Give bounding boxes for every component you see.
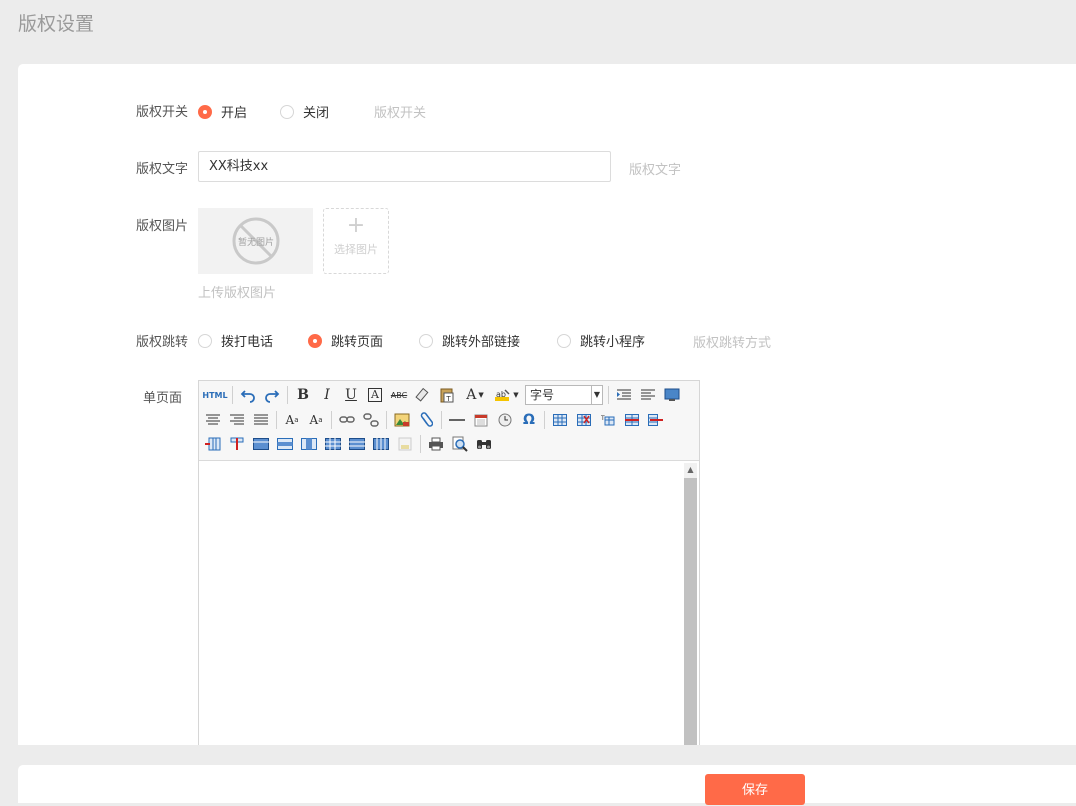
eraser-icon[interactable]	[413, 385, 433, 405]
insert-row-icon[interactable]	[622, 410, 642, 430]
font-size-select[interactable]: 字号 ▼	[525, 385, 603, 405]
preview-icon[interactable]	[450, 434, 470, 454]
redo-icon[interactable]	[262, 385, 282, 405]
radio-dot	[280, 104, 294, 119]
attachment-icon[interactable]	[416, 410, 436, 430]
editor-scrollbar-thumb[interactable]	[684, 478, 697, 745]
background-image-icon[interactable]	[395, 434, 415, 454]
scroll-up-arrow-icon[interactable]: ▲	[684, 463, 697, 477]
delete-row-icon[interactable]	[646, 410, 666, 430]
radio-label: 开启	[221, 106, 248, 121]
align-center-icon[interactable]	[203, 410, 223, 430]
select-image-label: 选择图片	[334, 243, 378, 256]
align-left-icon[interactable]	[638, 385, 658, 405]
radio-label: 拨打电话	[221, 335, 274, 350]
footer-bar: 保存	[18, 765, 1076, 805]
chevron-down-icon: ▼	[591, 386, 602, 404]
copyright-text-input[interactable]	[198, 151, 611, 182]
superscript-icon[interactable]: Aa	[282, 410, 302, 430]
bold-button[interactable]: B	[293, 385, 313, 405]
table-delete-icon[interactable]	[574, 410, 594, 430]
jump-label: 版权跳转	[135, 335, 188, 350]
radio-dot-checked	[198, 104, 212, 119]
radio-label: 跳转外部链接	[442, 335, 521, 350]
insert-col-icon[interactable]	[203, 434, 223, 454]
no-image-icon: 暂无图片	[232, 217, 280, 265]
merge-cells-icon[interactable]	[251, 434, 271, 454]
text-hint: 版权文字	[629, 163, 682, 178]
svg-text:T: T	[601, 415, 605, 422]
horizontal-rule-icon[interactable]	[447, 410, 467, 430]
radio-dot	[557, 333, 571, 348]
switch-hint: 版权开关	[374, 106, 427, 121]
toolbar-row-1: HTML B I U A ABC T A ▼ ab ▼ 字号 ▼	[202, 384, 686, 406]
radio-label: 跳转页面	[331, 335, 384, 350]
radio-jump-external[interactable]: 跳转外部链接	[419, 331, 520, 350]
search-replace-icon[interactable]	[474, 434, 494, 454]
split-cells-icon[interactable]	[323, 434, 343, 454]
time-icon[interactable]	[495, 410, 515, 430]
radio-dot-checked	[308, 333, 322, 348]
radio-jump-phone[interactable]: 拨打电话	[198, 331, 273, 350]
select-image-button[interactable]: + 选择图片	[323, 208, 389, 274]
switch-label: 版权开关	[135, 105, 188, 120]
radio-label: 跳转小程序	[580, 335, 646, 350]
settings-card: 版权开关 开启 关闭 版权开关 版权文字 版权文字 版权图片 暂无图片 + 选择…	[18, 64, 1076, 745]
merge-rows-icon[interactable]	[275, 434, 295, 454]
split-cols-icon[interactable]	[371, 434, 391, 454]
radio-switch-on[interactable]: 开启	[198, 102, 247, 121]
date-icon[interactable]	[471, 410, 491, 430]
no-image-text: 暂无图片	[238, 236, 274, 248]
indent-icon[interactable]	[614, 385, 634, 405]
radio-dot	[198, 333, 212, 348]
jump-hint: 版权跳转方式	[693, 336, 772, 351]
special-char-icon[interactable]: Ω	[519, 410, 539, 430]
save-button[interactable]: 保存	[705, 774, 805, 805]
image-icon[interactable]	[392, 410, 412, 430]
table-caption-icon[interactable]: T	[598, 410, 618, 430]
font-color-button[interactable]: A ▼	[461, 385, 489, 405]
align-justify-icon[interactable]	[251, 410, 271, 430]
radio-jump-miniprogram[interactable]: 跳转小程序	[557, 331, 645, 350]
radio-jump-page[interactable]: 跳转页面	[308, 331, 383, 350]
svg-text:ab: ab	[496, 390, 506, 399]
unlink-icon[interactable]	[361, 410, 381, 430]
radio-switch-off[interactable]: 关闭	[280, 102, 329, 121]
toolbar-row-3	[203, 433, 498, 455]
paste-text-icon[interactable]: T	[437, 385, 457, 405]
single-page-label: 单页面	[142, 391, 182, 406]
table-icon[interactable]	[550, 410, 570, 430]
highlight-color-button[interactable]: ab ▼	[493, 385, 521, 405]
link-icon[interactable]	[337, 410, 357, 430]
radio-label: 关闭	[303, 106, 330, 121]
delete-col-icon[interactable]	[227, 434, 247, 454]
image-label: 版权图片	[135, 219, 188, 234]
subscript-icon[interactable]: Aa	[306, 410, 326, 430]
text-label: 版权文字	[135, 162, 188, 177]
print-icon[interactable]	[426, 434, 446, 454]
toolbar-row-2: Aa Aa Ω T	[203, 409, 670, 431]
page-title: 版权设置	[18, 13, 95, 35]
split-rows-icon[interactable]	[347, 434, 367, 454]
fullscreen-icon[interactable]	[662, 385, 682, 405]
align-right-icon[interactable]	[227, 410, 247, 430]
undo-icon[interactable]	[238, 385, 258, 405]
image-hint: 上传版权图片	[198, 286, 277, 301]
plus-icon: +	[346, 213, 366, 238]
italic-button[interactable]: I	[317, 385, 337, 405]
boxed-a-icon[interactable]: A	[365, 385, 385, 405]
rich-text-editor: HTML B I U A ABC T A ▼ ab ▼ 字号 ▼ A a A a…	[198, 380, 700, 745]
editor-toolbar: HTML B I U A ABC T A ▼ ab ▼ 字号 ▼ A a A a…	[199, 381, 699, 461]
svg-text:T: T	[445, 395, 451, 403]
radio-dot	[419, 333, 433, 348]
no-image-placeholder: 暂无图片	[198, 208, 313, 274]
html-source-button[interactable]: HTML	[202, 385, 227, 405]
merge-cols-icon[interactable]	[299, 434, 319, 454]
strikethrough-button[interactable]: ABC	[389, 385, 409, 405]
underline-button[interactable]: U	[341, 385, 361, 405]
